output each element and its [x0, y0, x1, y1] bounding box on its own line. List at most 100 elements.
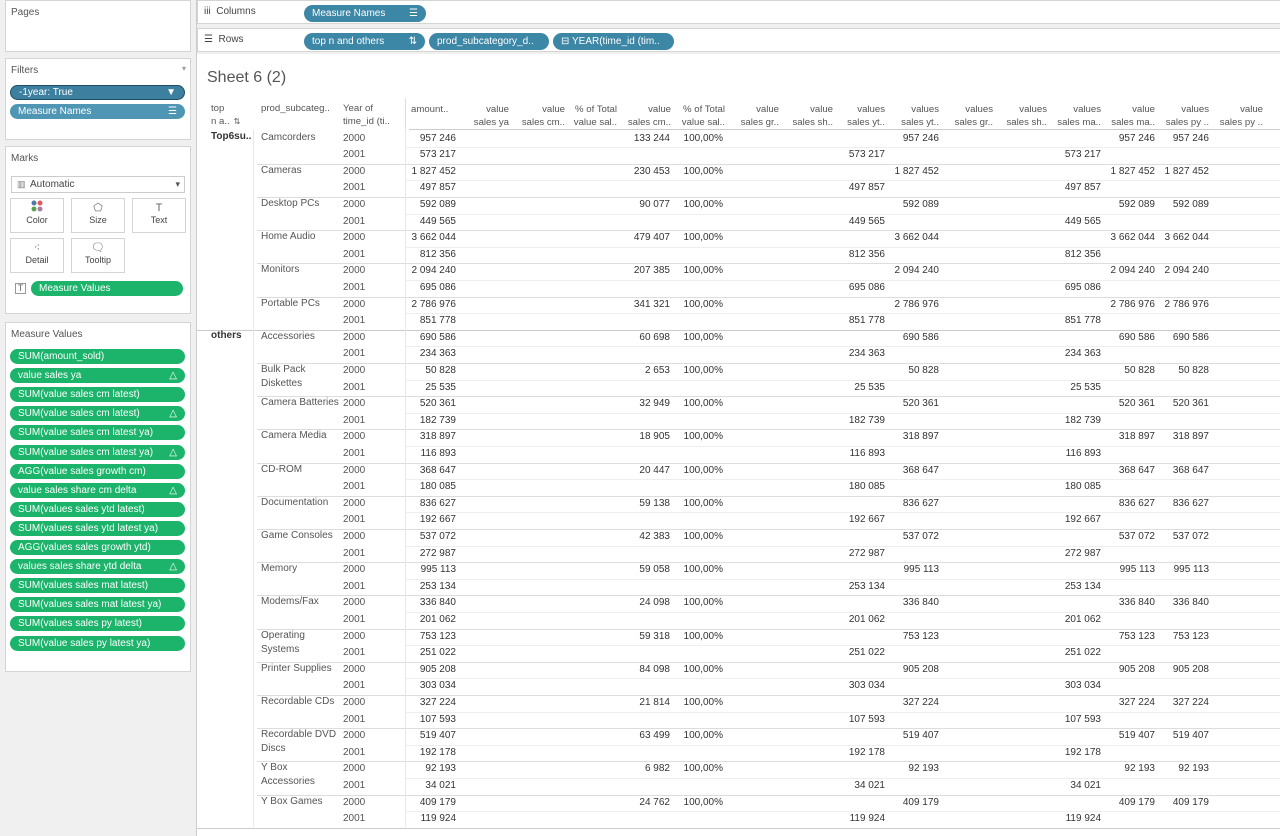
- color-button[interactable]: Color: [10, 198, 64, 233]
- subcategory-label[interactable]: Printer Supplies: [261, 662, 343, 676]
- table-row: 2000 409 179 24 762 100,00% 409 179 409 179 40…: [197, 795, 1280, 812]
- subcategory-label[interactable]: Recordable DVD Discs: [261, 728, 343, 756]
- rows-pill-subcategory[interactable]: prod_subcategory_d..: [429, 33, 549, 50]
- measure-value-pill[interactable]: SUM(value sales cm latest ya): [10, 425, 185, 441]
- chevron-down-icon[interactable]: ▾: [182, 64, 186, 73]
- column-header[interactable]: value sales cm..: [619, 103, 671, 129]
- mat-cell: 180 085: [1064, 481, 1101, 493]
- measure-value-pill[interactable]: SUM(value sales cm latest) △: [10, 406, 185, 422]
- subcategory-label[interactable]: Memory: [261, 562, 343, 576]
- subcategory-label[interactable]: Accessories: [261, 330, 343, 344]
- column-header[interactable]: Year of time_id (ti..: [343, 102, 407, 128]
- measure-value-pill[interactable]: SUM(amount_sold): [10, 349, 185, 364]
- dropdown-arrow-icon[interactable]: ▼: [166, 86, 176, 99]
- column-header[interactable]: values sales gr..: [941, 103, 993, 129]
- subcategory-label[interactable]: Camera Media: [261, 429, 343, 443]
- subcategory-label[interactable]: Operating Systems: [261, 629, 343, 657]
- py-cell: 519 407: [1172, 730, 1209, 742]
- rows-shelf[interactable]: ☰ Rows top n and others ⇅ prod_subcategor…: [197, 28, 1280, 52]
- columns-pill-measure-names[interactable]: Measure Names ☰: [304, 5, 426, 22]
- subcategory-label[interactable]: Desktop PCs: [261, 197, 343, 211]
- text-icon: T: [155, 202, 163, 214]
- subcategory-label[interactable]: Recordable CDs: [261, 695, 343, 709]
- amount-cell: 520 361: [419, 398, 456, 410]
- table-row: 2001 449 565 449 565 449 565: [197, 214, 1280, 231]
- ytd_ya-cell: 695 086: [848, 281, 885, 293]
- column-header[interactable]: values sales yt..: [835, 103, 885, 129]
- detail-button[interactable]: ⁖ Detail: [10, 238, 64, 273]
- column-header[interactable]: amount..: [411, 103, 457, 129]
- subcategory-label[interactable]: Y Box Accessories: [261, 761, 343, 789]
- subcategory-label[interactable]: Bulk Pack Diskettes: [261, 363, 343, 391]
- measure-value-pill[interactable]: AGG(value sales growth cm): [10, 463, 185, 479]
- amount-cell: 180 085: [419, 481, 456, 493]
- subcategory-label[interactable]: Portable PCs: [261, 297, 343, 311]
- column-header[interactable]: % of Total value sal..: [567, 103, 617, 129]
- group-label[interactable]: Top6su..: [211, 131, 257, 142]
- column-header[interactable]: top n a.. ⇅: [211, 102, 251, 128]
- py-cell: 3 662 044: [1164, 232, 1210, 244]
- measure-value-pill[interactable]: values sales share ytd delta △: [10, 559, 185, 575]
- column-header[interactable]: values sales sh..: [995, 103, 1047, 129]
- measure-value-pill[interactable]: value sales share cm delta △: [10, 482, 185, 498]
- text-button[interactable]: T Text: [132, 198, 186, 233]
- sort-icon[interactable]: ⇅: [234, 117, 241, 126]
- subcategory-label[interactable]: Documentation: [261, 496, 343, 510]
- ytd_ya-cell: 234 363: [848, 348, 885, 360]
- measure-value-pill[interactable]: SUM(values sales ytd latest): [10, 501, 185, 517]
- measure-value-pill[interactable]: SUM(value sales py latest ya): [10, 635, 185, 651]
- table-row: 2001 119 924 119 924 119 924: [197, 811, 1280, 828]
- mark-type-select[interactable]: ▥ Automatic ▾: [11, 176, 185, 193]
- ytd_ya-cell: 303 034: [848, 680, 885, 692]
- pct-cell: 100,00%: [683, 198, 723, 210]
- subcategory-label[interactable]: Camera Batteries: [261, 396, 343, 410]
- year-cell: 2000: [343, 265, 366, 277]
- column-header[interactable]: value sales ya: [459, 103, 509, 129]
- subcategory-label[interactable]: Game Consoles: [261, 529, 343, 543]
- measure-value-pill[interactable]: value sales ya △: [10, 368, 185, 384]
- measure-value-pill[interactable]: SUM(values sales mat latest ya): [10, 597, 185, 613]
- rows-pill-top-n[interactable]: top n and others ⇅: [304, 33, 425, 50]
- column-header[interactable]: values sales ma..: [1049, 103, 1101, 129]
- subcategory-label[interactable]: Modems/Fax: [261, 595, 343, 609]
- measure-values-text-pill[interactable]: Measure Values: [31, 281, 183, 296]
- group-label[interactable]: others: [211, 330, 257, 341]
- subcategory-label[interactable]: Camcorders: [261, 131, 343, 145]
- column-header[interactable]: prod_subcateg..: [261, 102, 341, 128]
- subcategory-label[interactable]: Cameras: [261, 164, 343, 178]
- column-header[interactable]: value sales cm..: [513, 103, 565, 129]
- table-row: 2001 192 667 192 667 192 667: [197, 512, 1280, 529]
- subcategory-label[interactable]: Monitors: [261, 263, 343, 277]
- ytd_ya-cell: 812 356: [848, 248, 885, 260]
- collapse-icon[interactable]: ⊟: [561, 36, 569, 47]
- rows-pill-year[interactable]: ⊟ YEAR(time_id (tim..: [553, 33, 674, 50]
- pill-label: SUM(values sales ytd latest ya): [18, 522, 159, 534]
- measure-value-pill[interactable]: SUM(values sales py latest): [10, 616, 185, 632]
- column-header[interactable]: values sales py ..: [1157, 103, 1209, 129]
- vertical-divider: [405, 130, 406, 828]
- measure-value-pill[interactable]: SUM(value sales cm latest): [10, 387, 185, 403]
- column-header[interactable]: values sales yt..: [887, 103, 939, 129]
- subcategory-label[interactable]: Y Box Games: [261, 795, 343, 809]
- measure-value-pill[interactable]: SUM(values sales mat latest): [10, 578, 185, 594]
- column-header[interactable]: value sales sh..: [781, 103, 833, 129]
- subcategory-label[interactable]: CD-ROM: [261, 463, 343, 477]
- shelves: iii Columns Measure Names ☰ ☰ Rows top n …: [197, 0, 1280, 54]
- column-header[interactable]: % of Total value sal..: [673, 103, 725, 129]
- pages-card[interactable]: Pages: [5, 0, 191, 52]
- filter-pill-1year[interactable]: -1year: True ▼: [10, 85, 185, 100]
- filter-pill-measure-names[interactable]: Measure Names ☰: [10, 104, 185, 119]
- column-header[interactable]: value sales py ..: [1211, 103, 1263, 129]
- measure-value-pill[interactable]: SUM(value sales cm latest ya) △: [10, 444, 185, 460]
- measure-value-pill[interactable]: SUM(values sales ytd latest ya): [10, 520, 185, 536]
- cm-cell: 2 653: [644, 364, 670, 376]
- column-header[interactable]: value sales ma..: [1103, 103, 1155, 129]
- table-row: 2001 695 086 695 086 695 086: [197, 280, 1280, 297]
- measure-value-pill[interactable]: AGG(values sales growth ytd): [10, 540, 185, 555]
- subcategory-label[interactable]: Home Audio: [261, 230, 343, 244]
- tooltip-button[interactable]: 🗨 Tooltip: [71, 238, 125, 273]
- columns-shelf[interactable]: iii Columns Measure Names ☰: [197, 0, 1280, 24]
- size-button[interactable]: ⬠ Size: [71, 198, 125, 233]
- column-header[interactable]: value sales gr..: [727, 103, 779, 129]
- year-cell: 2000: [343, 597, 366, 609]
